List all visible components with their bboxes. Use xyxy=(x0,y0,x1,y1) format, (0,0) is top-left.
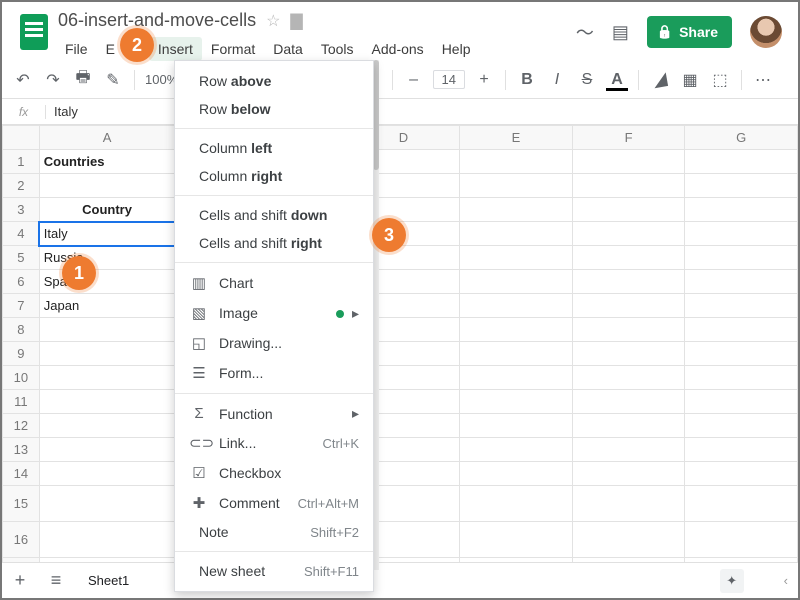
menu-item-row-below[interactable]: Row below xyxy=(175,95,373,123)
form-icon: ☰ xyxy=(189,364,209,382)
star-icon[interactable]: ☆ xyxy=(266,11,280,31)
menu-item-comment[interactable]: ✚CommentCtrl+Alt+M xyxy=(175,488,373,518)
sheets-logo-icon xyxy=(20,14,48,50)
row-header[interactable]: 16 xyxy=(3,522,40,558)
annotation-badge-1: 1 xyxy=(62,256,96,290)
cell[interactable]: Japan xyxy=(39,294,175,318)
formula-input[interactable]: Italy xyxy=(46,104,78,119)
row-header[interactable]: 7 xyxy=(3,294,40,318)
row-header[interactable]: 10 xyxy=(3,366,40,390)
menu-item-checkbox[interactable]: ☑Checkbox xyxy=(175,458,373,488)
italic-button[interactable]: I xyxy=(546,71,568,89)
borders-button[interactable]: ▦ xyxy=(679,70,701,90)
col-header[interactable]: E xyxy=(460,126,573,150)
toolbar: ↶ ↷ 🖶 ✎ 100% ▾ – 14 + B I S A ◢ ▦ ⬚ ⋯ xyxy=(2,61,798,99)
menu-item-drawing[interactable]: ◱Drawing... xyxy=(175,328,373,358)
image-icon: ▧ xyxy=(189,304,209,322)
redo-icon[interactable]: ↷ xyxy=(42,70,64,90)
row-header[interactable]: 5 xyxy=(3,246,40,270)
doc-title[interactable]: 06-insert-and-move-cells xyxy=(58,10,256,31)
link-icon: ⊂⊃ xyxy=(189,434,209,452)
row-header[interactable]: 9 xyxy=(3,342,40,366)
row-header[interactable]: 13 xyxy=(3,438,40,462)
row-header[interactable]: 14 xyxy=(3,462,40,486)
font-size-dec[interactable]: – xyxy=(403,71,425,89)
col-header[interactable]: G xyxy=(685,126,798,150)
account-avatar[interactable] xyxy=(750,16,782,48)
menu-file[interactable]: File xyxy=(56,37,97,61)
comments-icon[interactable]: ▤ xyxy=(612,22,629,43)
scroll-left-icon[interactable]: ‹ xyxy=(784,573,788,588)
menu-item-col-left[interactable]: Column left xyxy=(175,134,373,162)
row-header[interactable]: 8 xyxy=(3,318,40,342)
annotation-badge-2: 2 xyxy=(120,28,154,62)
menu-tools[interactable]: Tools xyxy=(312,37,363,61)
menu-item-image[interactable]: ▧Image ▸ xyxy=(175,298,373,328)
menu-item-form[interactable]: ☰Form... xyxy=(175,358,373,388)
menu-format[interactable]: Format xyxy=(202,37,264,61)
menu-item-chart[interactable]: ▥Chart xyxy=(175,268,373,298)
menu-item-col-right[interactable]: Column right xyxy=(175,162,373,190)
spreadsheet-grid[interactable]: A B C D E F G 1Countries 2 3Country 4Ita… xyxy=(2,125,798,582)
row-header[interactable]: 3 xyxy=(3,198,40,222)
add-sheet-button[interactable]: + xyxy=(2,570,38,591)
drawing-icon: ◱ xyxy=(189,334,209,352)
cell-selected[interactable]: Italy xyxy=(39,222,175,246)
cell[interactable]: Countries xyxy=(39,150,175,174)
cell[interactable]: Country xyxy=(39,198,175,222)
row-header[interactable]: 6 xyxy=(3,270,40,294)
explore-button[interactable]: ✦ xyxy=(720,569,744,593)
row-header[interactable]: 12 xyxy=(3,414,40,438)
menu-item-link[interactable]: ⊂⊃Link...Ctrl+K xyxy=(175,428,373,458)
row-header[interactable]: 4 xyxy=(3,222,40,246)
row-header[interactable]: 1 xyxy=(3,150,40,174)
activity-icon[interactable]: 〜 xyxy=(576,19,594,45)
menu-item-new-sheet[interactable]: New sheetShift+F11 xyxy=(175,557,373,585)
more-toolbar-icon[interactable]: ⋯ xyxy=(752,70,774,90)
menu-item-note[interactable]: NoteShift+F2 xyxy=(175,518,373,546)
col-header[interactable]: A xyxy=(39,126,175,150)
menu-help[interactable]: Help xyxy=(433,37,480,61)
sigma-icon: Σ xyxy=(189,405,209,422)
comment-icon: ✚ xyxy=(189,494,209,512)
strike-button[interactable]: S xyxy=(576,71,598,89)
font-size-input[interactable]: 14 xyxy=(433,70,465,89)
row-header[interactable]: 15 xyxy=(3,486,40,522)
annotation-badge-3: 3 xyxy=(372,218,406,252)
checkbox-icon: ☑ xyxy=(189,464,209,482)
text-color-button[interactable]: A xyxy=(606,71,628,89)
insert-menu-dropdown: Row above Row below Column left Column r… xyxy=(174,60,374,592)
sheet-tab[interactable]: Sheet1 xyxy=(74,565,143,596)
menu-data[interactable]: Data xyxy=(264,37,312,61)
paint-format-icon[interactable]: ✎ xyxy=(102,70,124,90)
cell[interactable]: Spain xyxy=(39,270,175,294)
chart-icon: ▥ xyxy=(189,274,209,292)
font-size-inc[interactable]: + xyxy=(473,71,495,89)
menu-item-cells-shift-down[interactable]: Cells and shift down xyxy=(175,201,373,229)
menu-item-cells-shift-right[interactable]: Cells and shift right xyxy=(175,229,373,257)
cell[interactable]: Russia xyxy=(39,246,175,270)
menu-item-row-above[interactable]: Row above xyxy=(175,67,373,95)
menu-addons[interactable]: Add-ons xyxy=(363,37,433,61)
row-header[interactable]: 2 xyxy=(3,174,40,198)
fill-color-button[interactable]: ◢ xyxy=(647,67,672,92)
fx-label: fx xyxy=(2,105,46,119)
move-folder-icon[interactable]: ▇ xyxy=(290,11,302,31)
all-sheets-button[interactable]: ≡ xyxy=(38,570,74,591)
col-header[interactable]: F xyxy=(572,126,685,150)
select-all-corner[interactable] xyxy=(3,126,40,150)
menu-insert[interactable]: Insert xyxy=(149,37,202,61)
undo-icon[interactable]: ↶ xyxy=(12,70,34,90)
menu-item-function[interactable]: ΣFunction▸ xyxy=(175,399,373,428)
sheet-tab-bar: + ≡ Sheet1 ✦ ‹ xyxy=(2,562,798,598)
merge-button[interactable]: ⬚ xyxy=(709,70,731,90)
bold-button[interactable]: B xyxy=(516,71,538,89)
row-header[interactable]: 11 xyxy=(3,390,40,414)
share-button[interactable]: Share xyxy=(647,16,732,48)
print-icon[interactable]: 🖶 xyxy=(72,66,94,93)
